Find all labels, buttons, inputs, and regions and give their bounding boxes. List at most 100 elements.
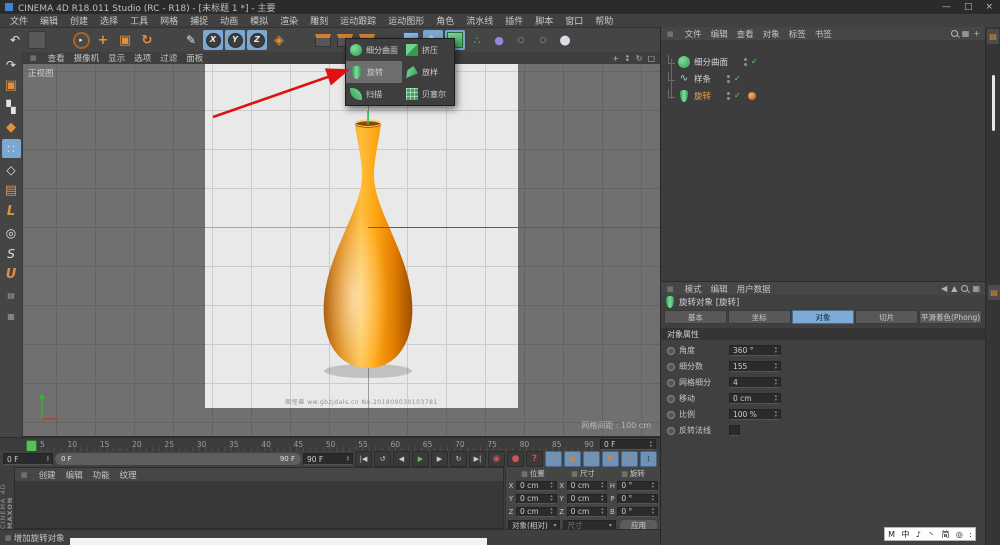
attribute-tab[interactable]: 坐标	[727, 310, 791, 324]
object-name[interactable]: 样条	[694, 73, 711, 85]
rotate-tool[interactable]: ↻	[137, 30, 157, 50]
quantize-button[interactable]: U	[2, 265, 21, 284]
field-input[interactable]: 100 %	[729, 409, 781, 420]
material-menu-item[interactable]: 功能	[93, 469, 110, 481]
y-axis-lock-button[interactable]: Y	[225, 30, 245, 50]
field-input[interactable]: 4	[729, 377, 781, 388]
attribute-menu-item[interactable]: 用户数据	[737, 283, 771, 295]
viewport-menu-item[interactable]: 查看	[48, 52, 65, 64]
view-label[interactable]: 正视图	[28, 67, 54, 79]
object-name[interactable]: 细分曲面	[694, 56, 728, 68]
polygons-mode-button[interactable]: ▤	[2, 181, 21, 200]
dropdown-menu-item[interactable]: 扫描	[346, 83, 402, 105]
viewport-canvas[interactable]: 正视图 图怪兽 ww.gbzjdals.cn No.20180903010378…	[23, 64, 660, 436]
object-manager-menu-item[interactable]: 编辑	[711, 28, 728, 40]
object-row[interactable]: ∿ 样条 ✓	[661, 70, 985, 87]
field-input[interactable]: 360 °	[729, 345, 781, 356]
position-field[interactable]: 0 cm	[516, 506, 557, 517]
object-manager-menu-item[interactable]: 对象	[763, 28, 780, 40]
minimize-button[interactable]: —	[942, 2, 951, 12]
workplane-button[interactable]: ◈	[269, 30, 289, 50]
rotation-field[interactable]: 0 °	[617, 493, 659, 504]
menu-item[interactable]: 捕捉	[184, 14, 214, 27]
material-menu-item[interactable]: 纹理	[120, 469, 137, 481]
last-tool-pen[interactable]: ✎	[181, 30, 201, 50]
ime-item[interactable]: M	[888, 530, 895, 539]
ime-item[interactable]: :	[969, 530, 972, 539]
toolbar-separator[interactable]	[291, 30, 311, 50]
workplane-mode-button[interactable]: ◆	[2, 118, 21, 137]
ime-item[interactable]: 简	[941, 529, 949, 540]
field-input[interactable]: 0 cm	[729, 393, 781, 404]
key-pla-button[interactable]: ∷	[621, 451, 638, 467]
attribute-tab[interactable]: 对象	[791, 310, 855, 324]
viewport-menu-item[interactable]: 显示	[108, 52, 125, 64]
move-tool[interactable]: +	[93, 30, 113, 50]
search-icon[interactable]	[950, 30, 958, 37]
scene-toggle-b[interactable]: ○	[533, 30, 553, 50]
viewport-menu-item[interactable]: 面板	[186, 52, 203, 64]
points-mode-button[interactable]: ∷	[1, 139, 21, 158]
size-field[interactable]: 0 cm	[566, 480, 608, 491]
animation-dot-icon[interactable]	[667, 362, 675, 371]
dropdown-menu-item[interactable]: 挤压	[402, 39, 454, 61]
filter-icon[interactable]: ▦	[962, 29, 970, 38]
object-manager-menu-item[interactable]: 文件	[685, 28, 702, 40]
model-mode-button[interactable]: ▣	[2, 76, 21, 95]
menu-item[interactable]: 脚本	[529, 14, 559, 27]
ime-item[interactable]: 丶	[927, 529, 935, 540]
ime-item[interactable]: 中	[901, 529, 909, 540]
range-start-field[interactable]: 0 F	[3, 453, 53, 465]
key-scale-button[interactable]: ▣	[564, 451, 581, 467]
object-row[interactable]: 细分曲面 ✓	[661, 53, 985, 70]
undo-button[interactable]: ↶	[5, 30, 25, 50]
menu-item[interactable]: 渲染	[274, 14, 304, 27]
viewport-solo-button[interactable]: ◎	[2, 223, 21, 242]
attribute-tab[interactable]: 切片	[855, 310, 919, 324]
menu-item[interactable]: 网格	[154, 14, 184, 27]
play-button[interactable]: ▶	[412, 451, 429, 467]
menu-item[interactable]: 插件	[499, 14, 529, 27]
lock-icon[interactable]: ▲	[951, 284, 957, 293]
dropdown-menu-item[interactable]: 贝塞尔	[402, 83, 454, 105]
menu-item[interactable]: 模拟	[244, 14, 274, 27]
position-field[interactable]: 0 cm	[516, 480, 557, 491]
menu-item[interactable]: 流水线	[460, 14, 499, 27]
animation-dot-icon[interactable]	[667, 378, 675, 387]
visibility-dots-icon[interactable]	[727, 74, 731, 78]
viewport-menu-item[interactable]: 摄像机	[74, 52, 100, 64]
menu-item[interactable]: 运动图形	[382, 14, 430, 27]
rotate-view-icon[interactable]: ↻	[636, 54, 643, 63]
spinner-icon[interactable]	[648, 441, 652, 447]
enabled-check-icon[interactable]: ✓	[751, 57, 758, 66]
render-view-button[interactable]	[313, 30, 333, 50]
record-active-objects-button[interactable]: ◉	[488, 451, 505, 467]
x-axis-lock-button[interactable]: X	[203, 30, 223, 50]
attribute-menu-item[interactable]: 模式	[685, 283, 702, 295]
size-field[interactable]: 0 cm	[566, 493, 608, 504]
menu-item[interactable]: 文件	[4, 14, 34, 27]
attribute-tab[interactable]: 基本	[664, 310, 727, 324]
add-environment-button[interactable]: ●	[555, 30, 575, 50]
menu-item[interactable]: 动画	[214, 14, 244, 27]
back-icon[interactable]: ◀	[941, 284, 947, 293]
material-menu-item[interactable]: 创建	[39, 469, 56, 481]
dropdown-menu-item[interactable]: 放样	[402, 61, 454, 83]
spinner-icon[interactable]	[773, 363, 777, 369]
play-backwards-button[interactable]: ↺	[374, 451, 391, 467]
panel-tab-icon[interactable]: ▤	[988, 285, 1000, 300]
menu-item[interactable]: 编辑	[34, 14, 64, 27]
keyframe-selection-button[interactable]: ?	[526, 451, 543, 467]
attribute-tab[interactable]: 平滑着色(Phong)	[919, 310, 982, 324]
animation-dot-icon[interactable]	[667, 346, 675, 355]
scale-tool[interactable]: ▣	[115, 30, 135, 50]
spinner-icon[interactable]	[45, 456, 49, 462]
current-frame-field[interactable]: 0 F	[600, 439, 656, 450]
menu-item[interactable]: 选择	[94, 14, 124, 27]
add-deformer-button[interactable]: ●	[489, 30, 509, 50]
redo-button[interactable]	[27, 30, 47, 50]
menu-item[interactable]: 帮助	[589, 14, 619, 27]
object-manager-menu-item[interactable]: 标签	[789, 28, 806, 40]
texture-mode-button[interactable]: ▚	[2, 97, 21, 116]
enabled-check-icon[interactable]: ✓	[734, 74, 741, 83]
